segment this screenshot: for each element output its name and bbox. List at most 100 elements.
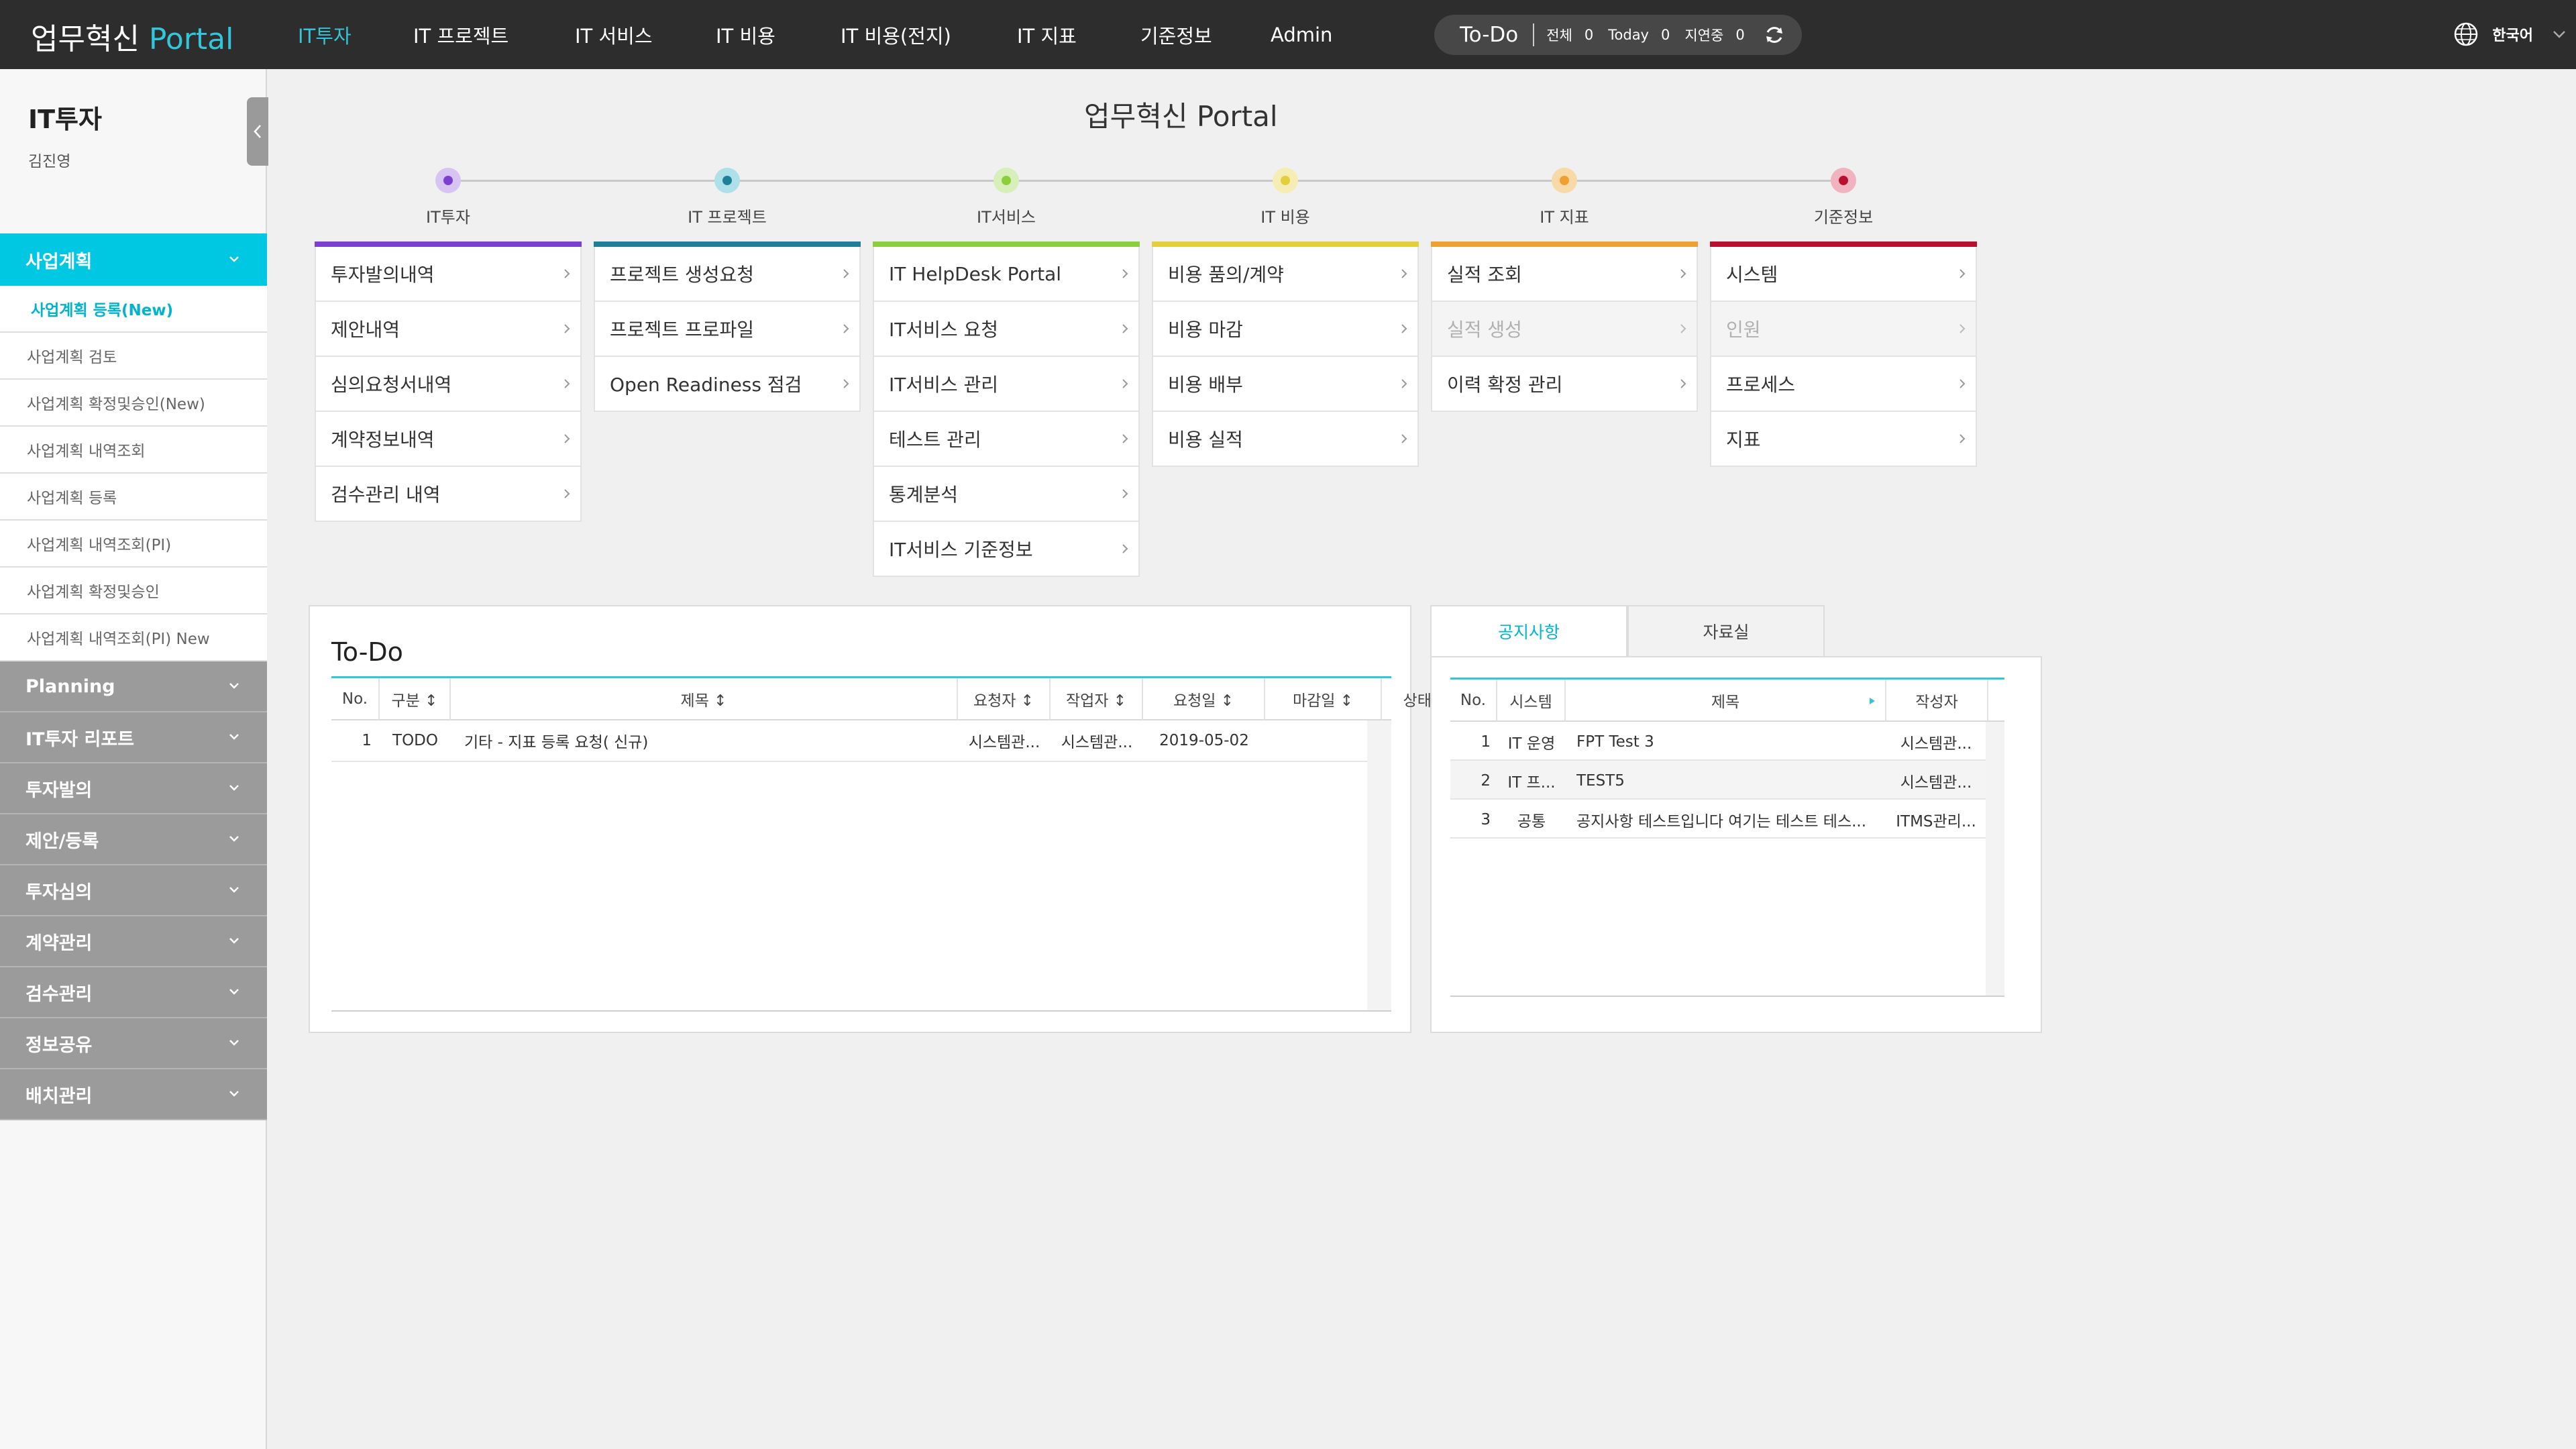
todo-scrollbar[interactable] xyxy=(1367,720,1391,1010)
nav-it-investment[interactable]: IT투자 xyxy=(298,21,413,49)
menu-card-item[interactable]: 검수관리 내역 xyxy=(315,467,582,522)
cell-author: ITMS관리... xyxy=(1896,813,1976,830)
col-header-title[interactable]: 제목 xyxy=(1566,680,1886,721)
sidebar-menu-it-report[interactable]: IT투자 리포트 xyxy=(0,712,267,763)
menu-card-item[interactable]: IT HelpDesk Portal xyxy=(873,247,1140,302)
menu-card-label: 심의요청서내역 xyxy=(331,374,452,396)
sidebar-subitem-review[interactable]: 사업계획 검토 xyxy=(0,333,267,380)
sidebar-collapse-button[interactable] xyxy=(247,97,268,166)
chevron-right-icon xyxy=(1960,434,1966,443)
chevron-down-icon[interactable] xyxy=(2552,30,2567,39)
menu-card-item[interactable]: 통계분석 xyxy=(873,467,1140,522)
tab-notice[interactable]: 공지사항 xyxy=(1430,605,1627,657)
col-header-due-date[interactable]: 마감일 ↕ xyxy=(1265,678,1382,720)
stage-dot xyxy=(994,168,1019,193)
stage-column-it-service: IT HelpDesk Portal IT서비스 요청 IT서비스 관리 테스트… xyxy=(873,241,1140,577)
menu-card-item[interactable]: 비용 품의/계약 xyxy=(1152,247,1419,302)
nav-it-service[interactable]: IT 서비스 xyxy=(575,21,716,49)
sidebar-menu-label: 사업계획 xyxy=(25,251,93,272)
col-header-request-date[interactable]: 요청일 ↕ xyxy=(1143,678,1265,720)
chevron-right-icon xyxy=(1680,269,1686,278)
nav-admin[interactable]: Admin xyxy=(1271,23,1332,46)
col-header-author[interactable]: 작성자 xyxy=(1886,680,1988,721)
table-row[interactable]: 3 공통 공지사항 테스트입니다 여기는 테스트 테스... ITMS관리... xyxy=(1450,800,1986,839)
menu-card-item[interactable]: 프로젝트 생성요청 xyxy=(594,247,861,302)
chevron-right-icon xyxy=(1122,324,1128,333)
col-header-title[interactable]: 제목 ↕ xyxy=(451,678,958,720)
sidebar-menu-proposal-initiation[interactable]: 투자발의 xyxy=(0,763,267,814)
col-header-no[interactable]: No. xyxy=(1450,680,1497,721)
language-selector[interactable]: 한국어 xyxy=(2453,21,2533,47)
tab-library[interactable]: 자료실 xyxy=(1627,605,1825,657)
sidebar-subitem-register-new[interactable]: 사업계획 등록(New) xyxy=(0,286,267,333)
chevron-down-icon xyxy=(229,785,239,791)
sidebar-menu-batch[interactable]: 배치관리 xyxy=(0,1069,267,1120)
todo-summary-pill[interactable]: To-Do 전체 0 Today 0 지연중 0 xyxy=(1434,15,1802,55)
menu-card-label: 이력 확정 관리 xyxy=(1447,374,1563,396)
menu-card-item[interactable]: 계약정보내역 xyxy=(315,412,582,467)
menu-card-item[interactable]: 심의요청서내역 xyxy=(315,357,582,412)
menu-card-label: 비용 품의/계약 xyxy=(1168,264,1284,286)
sidebar-menu-proposal-register[interactable]: 제안/등록 xyxy=(0,814,267,865)
nav-reference[interactable]: 기준정보 xyxy=(1140,21,1271,49)
todo-panel-title: To-Do xyxy=(331,637,403,667)
menu-card-item[interactable]: 지표 xyxy=(1710,412,1977,467)
menu-card-label: 비용 실적 xyxy=(1168,429,1243,451)
nav-it-index[interactable]: IT 지표 xyxy=(1017,21,1140,49)
sidebar-menu-contract[interactable]: 계약관리 xyxy=(0,916,267,967)
chevron-right-icon xyxy=(1680,379,1686,388)
sidebar-menu-business-plan[interactable]: 사업계획 xyxy=(0,233,267,286)
sidebar-menu-planning[interactable]: Planning xyxy=(0,661,267,712)
sidebar-subitem-approve[interactable]: 사업계획 확정및승인 xyxy=(0,568,267,614)
sidebar-user-name: 김진영 xyxy=(28,153,71,170)
menu-card-item[interactable]: 비용 배부 xyxy=(1152,357,1419,412)
col-header-type[interactable]: 구분 ↕ xyxy=(380,678,451,720)
brand-main: 업무혁신 xyxy=(31,22,140,56)
menu-card-item[interactable]: Open Readiness 점검 xyxy=(594,357,861,412)
chevron-right-icon xyxy=(1401,379,1407,388)
table-row[interactable]: 1 IT 운영 FPT Test 3 시스템관... xyxy=(1450,722,1986,761)
sidebar-menu-investment-review[interactable]: 투자심의 xyxy=(0,865,267,916)
menu-card-item[interactable]: 프로젝트 프로파일 xyxy=(594,302,861,357)
col-header-worker[interactable]: 작업자 ↕ xyxy=(1051,678,1143,720)
sidebar-menu-info-share[interactable]: 정보공유 xyxy=(0,1018,267,1069)
brand-logo[interactable]: 업무혁신 Portal xyxy=(31,15,233,58)
menu-card-item[interactable]: 이력 확정 관리 xyxy=(1431,357,1698,412)
table-row[interactable]: 2 IT 프... TEST5 시스템관... xyxy=(1450,761,1986,800)
nav-it-project[interactable]: IT 프로젝트 xyxy=(413,21,575,49)
sidebar-subitem-register[interactable]: 사업계획 등록 xyxy=(0,474,267,521)
stage-column-it-investment: 투자발의내역 제안내역 심의요청서내역 계약정보내역 검수관리 내역 xyxy=(315,241,582,522)
menu-card-item[interactable]: 프로세스 xyxy=(1710,357,1977,412)
menu-card-label: 인원 xyxy=(1726,319,1761,341)
chevron-down-icon xyxy=(229,1091,239,1097)
table-row[interactable]: 1 TODO 기타 - 지표 등록 요청( 신규) 시스템관... 시스템관..… xyxy=(331,720,1367,762)
menu-card-item[interactable]: IT서비스 요청 xyxy=(873,302,1140,357)
nav-it-cost[interactable]: IT 비용 xyxy=(716,21,841,49)
menu-card-item[interactable]: 투자발의내역 xyxy=(315,247,582,302)
menu-card-item[interactable]: 비용 마감 xyxy=(1152,302,1419,357)
sidebar-subitem-inquiry-pi-new[interactable]: 사업계획 내역조회(PI) New xyxy=(0,614,267,661)
col-header-system[interactable]: 시스템 xyxy=(1497,680,1566,721)
col-header-no[interactable]: No. xyxy=(331,678,380,720)
menu-card-item[interactable]: 테스트 관리 xyxy=(873,412,1140,467)
menu-card-item[interactable]: 시스템 xyxy=(1710,247,1977,302)
chevron-right-icon xyxy=(1401,324,1407,333)
menu-card-item[interactable]: IT서비스 관리 xyxy=(873,357,1140,412)
sidebar-subitem-approve-new[interactable]: 사업계획 확정및승인(New) xyxy=(0,380,267,427)
menu-card-label: 프로젝트 프로파일 xyxy=(610,319,754,341)
sidebar-subitem-inquiry[interactable]: 사업계획 내역조회 xyxy=(0,427,267,474)
col-header-requester[interactable]: 요청자 ↕ xyxy=(958,678,1051,720)
refresh-icon[interactable] xyxy=(1764,24,1785,46)
sidebar-subitem-inquiry-pi[interactable]: 사업계획 내역조회(PI) xyxy=(0,521,267,568)
chevron-right-icon xyxy=(564,489,570,498)
menu-card-item[interactable]: IT서비스 기준정보 xyxy=(873,522,1140,577)
chevron-right-icon xyxy=(1401,269,1407,278)
menu-card-item[interactable]: 비용 실적 xyxy=(1152,412,1419,467)
sidebar-menu-inspection[interactable]: 검수관리 xyxy=(0,967,267,1018)
nav-it-cost-all[interactable]: IT 비용(전지) xyxy=(841,21,1017,49)
chevron-right-icon xyxy=(1401,434,1407,443)
chevron-right-icon xyxy=(564,269,570,278)
notice-scrollbar[interactable] xyxy=(1986,722,2004,996)
menu-card-item[interactable]: 실적 조회 xyxy=(1431,247,1698,302)
menu-card-item[interactable]: 제안내역 xyxy=(315,302,582,357)
